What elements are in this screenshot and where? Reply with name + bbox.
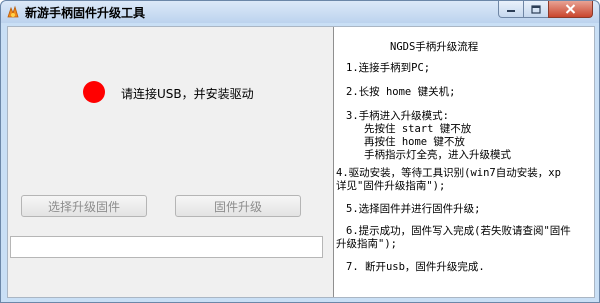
instruction-line: 2.长按 home 键关机; xyxy=(346,86,456,98)
instruction-line: 再按住 home 键不放 xyxy=(364,136,465,148)
select-firmware-button[interactable]: 选择升级固件 xyxy=(21,195,147,217)
upgrade-progress-bar xyxy=(10,236,323,258)
maximize-icon xyxy=(531,4,541,14)
upgrade-firmware-button[interactable]: 固件升级 xyxy=(175,195,301,217)
instruction-line: 1.连接手柄到PC; xyxy=(346,62,431,74)
instruction-line: 详见"固件升级指南"); xyxy=(336,180,446,192)
app-window: 新游手柄固件升级工具 请连接USB，并安装驱动 选择升级固件 固件升级 NGDS… xyxy=(0,0,600,303)
client-area: 请连接USB，并安装驱动 选择升级固件 固件升级 NGDS手柄升级流程 1.连接… xyxy=(7,26,595,298)
upgrade-instructions-panel[interactable]: NGDS手柄升级流程 1.连接手柄到PC; 2.长按 home 键关机; 3.手… xyxy=(333,27,594,297)
instruction-line: 5.选择固件并进行固件升级; xyxy=(346,203,481,215)
instruction-line: 3.手柄进入升级模式: xyxy=(346,110,449,122)
app-logo-icon xyxy=(7,5,19,18)
close-button[interactable] xyxy=(548,1,593,18)
instruction-line: 6.提示成功，固件写入完成(若失败请查阅"固件 xyxy=(346,225,571,237)
instruction-line: 先按住 start 键不放 xyxy=(364,123,472,135)
instruction-line: 升级指南"); xyxy=(336,238,397,250)
instruction-line: 7. 断开usb，固件升级完成. xyxy=(346,261,485,273)
instruction-line: 4.驱动安装，等待工具识别(win7自动安装，xp xyxy=(336,167,561,179)
connection-status-text: 请连接USB，并安装驱动 xyxy=(121,87,254,101)
close-icon xyxy=(565,4,576,14)
maximize-button[interactable] xyxy=(523,1,549,18)
connection-status-indicator xyxy=(83,81,105,103)
minimize-icon xyxy=(507,10,515,12)
instructions-title: NGDS手柄升级流程 xyxy=(390,41,479,53)
window-title: 新游手柄固件升级工具 xyxy=(25,6,146,20)
instruction-line: 手柄指示灯全亮，进入升级模式 xyxy=(364,149,511,161)
title-bar[interactable]: 新游手柄固件升级工具 xyxy=(1,1,599,23)
control-panel: 请连接USB，并安装驱动 选择升级固件 固件升级 xyxy=(8,27,332,297)
minimize-button[interactable] xyxy=(498,1,524,18)
